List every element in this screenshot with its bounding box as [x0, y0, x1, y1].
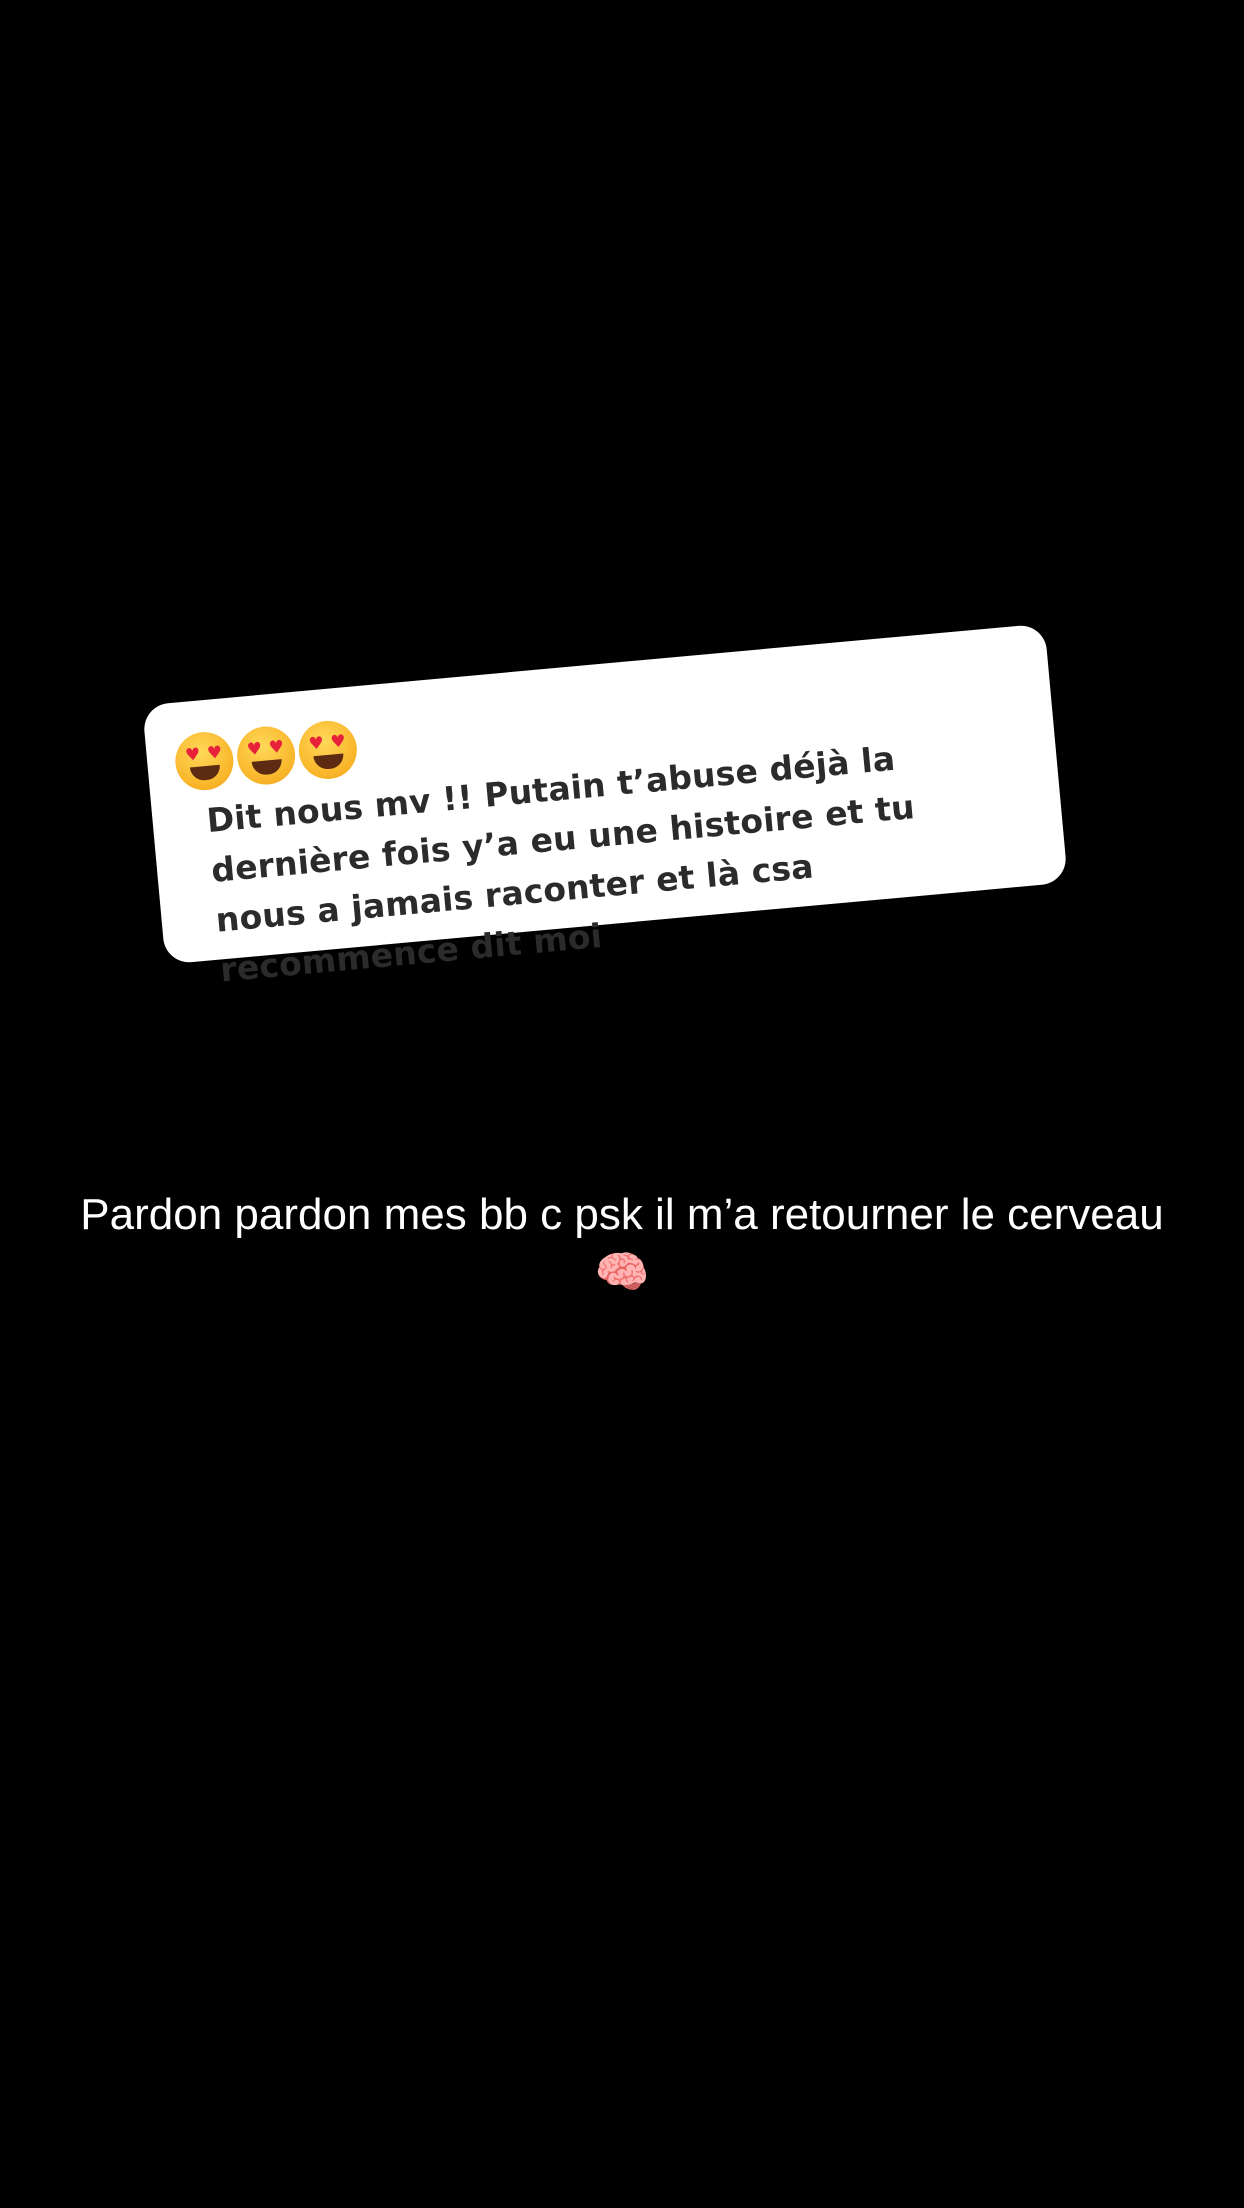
- heart-eyes-emoji-icon: ♥ ♥: [296, 718, 360, 782]
- emoji-face: [296, 718, 360, 782]
- heart-eyes-emoji-icon: ♥ ♥: [172, 729, 236, 793]
- question-card: ♥ ♥ ♥ ♥ ♥ ♥ Dit nous mv !! Putain t’abus…: [142, 623, 1068, 990]
- story-caption: Pardon pardon mes bb c psk il m’a retour…: [80, 1190, 1164, 1297]
- story-screen: ♥ ♥ ♥ ♥ ♥ ♥ Dit nous mv !! Putain t’abus…: [0, 0, 1244, 2208]
- heart-eye-icon: ♥: [307, 733, 325, 755]
- heart-eye-icon: ♥: [246, 738, 264, 761]
- heart-eye-icon: ♥: [206, 742, 224, 764]
- emoji-face: [234, 724, 298, 788]
- heart-eyes-emoji-icon: ♥ ♥: [234, 724, 298, 788]
- heart-eye-icon: ♥: [329, 731, 347, 753]
- emoji-face: [172, 729, 236, 793]
- heart-eye-icon: ♥: [184, 744, 202, 766]
- heart-eye-icon: ♥: [267, 736, 285, 759]
